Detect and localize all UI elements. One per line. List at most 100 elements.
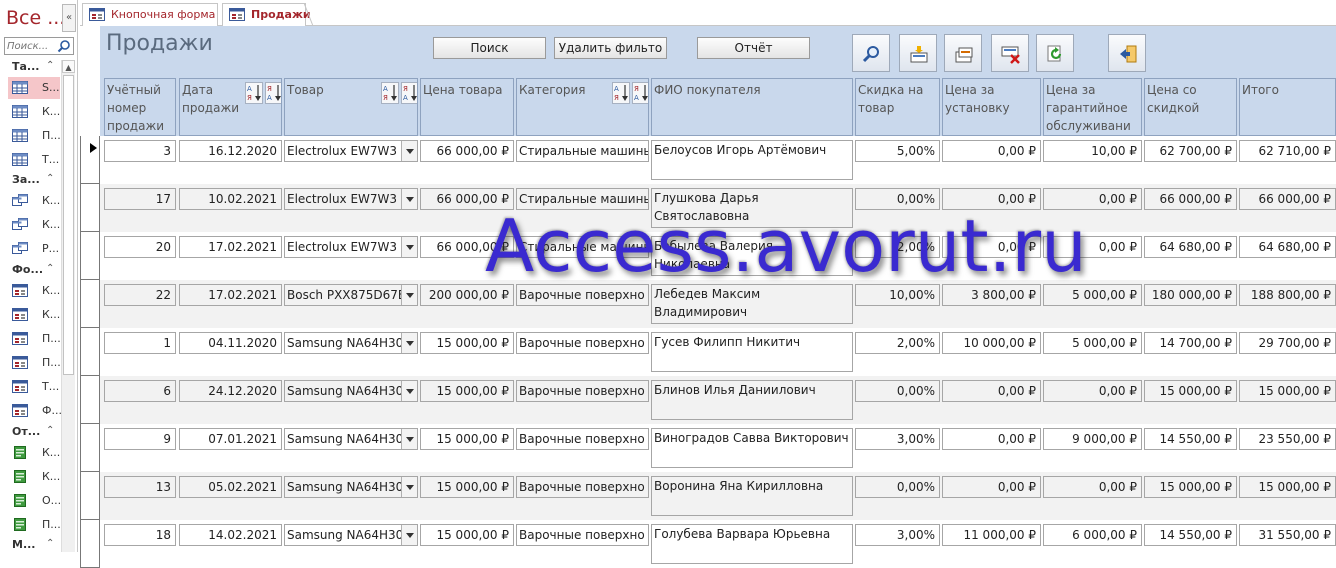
product-combo[interactable]: Electrolux EW7W3 bbox=[284, 236, 418, 258]
dropdown-arrow-icon[interactable] bbox=[401, 333, 417, 353]
category-field[interactable]: Варочные поверхно bbox=[516, 476, 649, 498]
customer-field[interactable]: Бобылева Валерия Николаевна bbox=[651, 236, 853, 276]
nav-collapse-button[interactable]: « bbox=[62, 4, 76, 32]
header-discount[interactable]: Скидка на товар bbox=[855, 78, 940, 136]
warranty-price-field[interactable]: 5 000,00 ₽ bbox=[1043, 332, 1142, 354]
total-field[interactable]: 62 710,00 ₽ bbox=[1239, 140, 1336, 162]
close-form-button[interactable] bbox=[1108, 34, 1146, 72]
category-field[interactable]: Стиральные машины bbox=[516, 140, 649, 162]
nav-item[interactable]: П... bbox=[8, 125, 61, 147]
date-field[interactable]: 04.11.2020 bbox=[179, 332, 282, 354]
sort-ascending-button[interactable]: AЯ bbox=[381, 82, 399, 104]
customer-field[interactable]: Голубева Варвара Юрьевна bbox=[651, 524, 853, 564]
install-price-field[interactable]: 0,00 ₽ bbox=[942, 476, 1041, 498]
date-field[interactable]: 07.01.2021 bbox=[179, 428, 282, 450]
id-field[interactable]: 3 bbox=[104, 140, 176, 162]
record-selector[interactable] bbox=[80, 472, 100, 520]
discount-field[interactable]: 3,00% bbox=[855, 428, 940, 450]
record-selector[interactable] bbox=[80, 424, 100, 472]
product-combo[interactable]: Samsung NA64H3010 bbox=[284, 476, 418, 498]
category-field[interactable]: Варочные поверхно bbox=[516, 284, 649, 306]
price-field[interactable]: 66 000,00 ₽ bbox=[420, 236, 514, 258]
warranty-price-field[interactable]: 10,00 ₽ bbox=[1043, 140, 1142, 162]
sort-ascending-button[interactable]: AЯ bbox=[245, 82, 263, 104]
record-selector[interactable] bbox=[80, 280, 100, 328]
header-total[interactable]: Итого bbox=[1239, 78, 1336, 136]
discount-field[interactable]: 0,00% bbox=[855, 380, 940, 402]
nav-item[interactable]: К... bbox=[8, 304, 60, 326]
nav-search-box[interactable] bbox=[4, 37, 74, 55]
nav-item[interactable]: П... bbox=[8, 352, 61, 374]
search-button[interactable]: Поиск bbox=[433, 37, 546, 59]
tab-sales[interactable]: Продажи bbox=[222, 2, 314, 27]
date-field[interactable]: 24.12.2020 bbox=[179, 380, 282, 402]
dropdown-arrow-icon[interactable] bbox=[401, 381, 417, 401]
price-field[interactable]: 15 000,00 ₽ bbox=[420, 524, 514, 546]
id-field[interactable]: 6 bbox=[104, 380, 176, 402]
install-price-field[interactable]: 0,00 ₽ bbox=[942, 380, 1041, 402]
dropdown-arrow-icon[interactable] bbox=[401, 189, 417, 209]
dropdown-arrow-icon[interactable] bbox=[401, 237, 417, 257]
install-price-field[interactable]: 0,00 ₽ bbox=[942, 140, 1041, 162]
discount-field[interactable]: 2,00% bbox=[855, 332, 940, 354]
discounted-price-field[interactable]: 14 550,00 ₽ bbox=[1144, 524, 1237, 546]
price-field[interactable]: 66 000,00 ₽ bbox=[420, 188, 514, 210]
date-field[interactable]: 17.02.2021 bbox=[179, 284, 282, 306]
delete-record-button[interactable] bbox=[991, 34, 1029, 72]
total-field[interactable]: 15 000,00 ₽ bbox=[1239, 380, 1336, 402]
category-field[interactable]: Стиральные машины bbox=[516, 188, 649, 210]
id-field[interactable]: 22 bbox=[104, 284, 176, 306]
discounted-price-field[interactable]: 64 680,00 ₽ bbox=[1144, 236, 1237, 258]
record-selector[interactable] bbox=[80, 520, 100, 568]
header-install[interactable]: Цена за установку bbox=[942, 78, 1041, 136]
category-field[interactable]: Варочные поверхно bbox=[516, 428, 649, 450]
discounted-price-field[interactable]: 66 000,00 ₽ bbox=[1144, 188, 1237, 210]
nav-item[interactable]: О... bbox=[8, 490, 61, 512]
nav-item[interactable]: П... bbox=[8, 328, 61, 350]
discounted-price-field[interactable]: 14 550,00 ₽ bbox=[1144, 428, 1237, 450]
search-icon[interactable] bbox=[57, 39, 72, 53]
total-field[interactable]: 188 800,00 ₽ bbox=[1239, 284, 1336, 306]
customer-field[interactable]: Глушкова Дарья Святославовна bbox=[651, 188, 853, 228]
dropdown-arrow-icon[interactable] bbox=[401, 429, 417, 449]
product-combo[interactable]: Samsung NA64H3010 bbox=[284, 524, 418, 546]
price-field[interactable]: 15 000,00 ₽ bbox=[420, 428, 514, 450]
id-field[interactable]: 13 bbox=[104, 476, 176, 498]
record-selector[interactable] bbox=[80, 232, 100, 280]
date-field[interactable]: 14.02.2021 bbox=[179, 524, 282, 546]
total-field[interactable]: 66 000,00 ₽ bbox=[1239, 188, 1336, 210]
dropdown-arrow-icon[interactable] bbox=[401, 141, 417, 161]
discounted-price-field[interactable]: 180 000,00 ₽ bbox=[1144, 284, 1237, 306]
warranty-price-field[interactable]: 6 000,00 ₽ bbox=[1043, 524, 1142, 546]
install-price-field[interactable]: 10 000,00 ₽ bbox=[942, 332, 1041, 354]
category-field[interactable]: Варочные поверхно bbox=[516, 332, 649, 354]
nav-pane-title[interactable]: Все ... bbox=[6, 7, 65, 29]
scroll-up-icon[interactable]: ▲ bbox=[62, 60, 75, 73]
record-selector[interactable] bbox=[80, 328, 100, 376]
discount-field[interactable]: 10,00% bbox=[855, 284, 940, 306]
header-price[interactable]: Цена товара bbox=[420, 78, 514, 136]
nav-item[interactable]: Ф... bbox=[8, 400, 62, 422]
id-field[interactable]: 20 bbox=[104, 236, 176, 258]
header-warranty[interactable]: Цена за гарантийное обслуживани bbox=[1043, 78, 1142, 136]
copy-record-button[interactable] bbox=[944, 34, 982, 72]
sort-descending-button[interactable]: ЯA bbox=[401, 82, 417, 104]
total-field[interactable]: 29 700,00 ₽ bbox=[1239, 332, 1336, 354]
price-field[interactable]: 66 000,00 ₽ bbox=[420, 140, 514, 162]
nav-item[interactable]: К... bbox=[8, 101, 60, 123]
remove-filter-button[interactable]: Удалить фильто bbox=[554, 37, 667, 59]
customer-field[interactable]: Воронина Яна Кирилловна bbox=[651, 476, 853, 516]
total-field[interactable]: 15 000,00 ₽ bbox=[1239, 476, 1336, 498]
install-price-field[interactable]: 0,00 ₽ bbox=[942, 236, 1041, 258]
report-button[interactable]: Отчёт bbox=[697, 37, 810, 59]
install-price-field[interactable]: 11 000,00 ₽ bbox=[942, 524, 1041, 546]
customer-field[interactable]: Лебедев Максим Владимирович bbox=[651, 284, 853, 324]
price-field[interactable]: 200 000,00 ₽ bbox=[420, 284, 514, 306]
customer-field[interactable]: Виноградов Савва Викторович bbox=[651, 428, 853, 468]
date-field[interactable]: 10.02.2021 bbox=[179, 188, 282, 210]
product-combo[interactable]: Electrolux EW7W3 bbox=[284, 188, 418, 210]
product-combo[interactable]: Samsung NA64H3010 bbox=[284, 428, 418, 450]
header-product[interactable]: Товар A Я Я A bbox=[284, 78, 418, 136]
nav-item[interactable]: К... bbox=[8, 214, 60, 236]
nav-group-header[interactable]: За... ⌃ bbox=[12, 173, 60, 191]
